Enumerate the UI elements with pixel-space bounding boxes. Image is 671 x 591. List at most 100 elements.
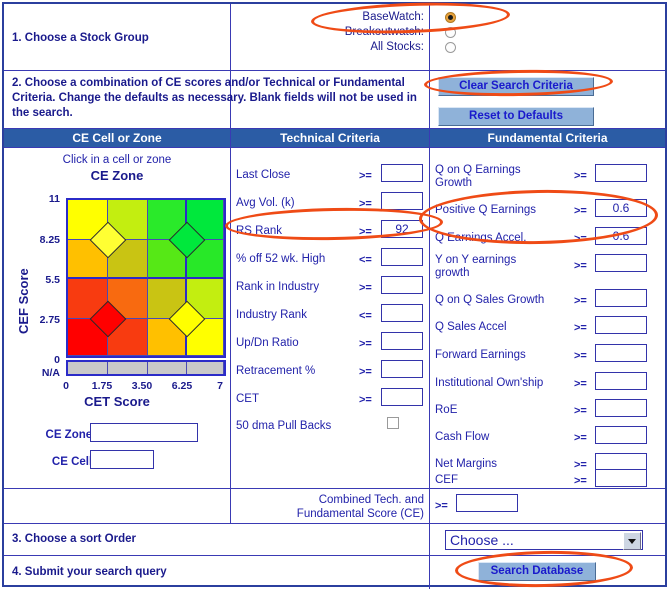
step-1-label: 1. Choose a Stock Group [12,32,149,44]
x-tick-3: 6.25 [171,380,193,392]
technical-label-8: CET [236,393,259,405]
technical-op-5: <= [359,310,372,322]
fundamental-label-8: RoE [435,404,458,416]
ce-grid-na-c0[interactable] [68,362,108,374]
fundamental-label-0: Q on Q Earnings Growth [435,164,521,189]
radio-all-stocks[interactable] [445,42,456,53]
fundamental-op-0: >= [574,170,587,182]
y-tick-1: 8.25 [39,234,60,246]
fundamental-input-9[interactable] [595,426,647,444]
50-dma-pull-backs-checkbox[interactable] [387,417,399,429]
combined-score-label-line1: Combined Tech. and [318,494,424,506]
technical-input-2[interactable] [381,220,423,238]
y-tick-4: 0 [54,354,60,366]
header-fundamental: Fundamental Criteria [430,129,665,147]
technical-op-8: >= [359,394,372,406]
fundamental-op-7: >= [574,378,587,390]
ce-zone-input[interactable] [90,423,198,442]
search-form-table: 1. Choose a Stock Group BaseWatch: Break… [2,2,667,589]
fundamental-input-6[interactable] [595,344,647,362]
fundamental-input-0[interactable] [595,164,647,182]
fundamental-op-9: >= [574,432,587,444]
ce-cell-field-label: CE Cell: [51,456,96,468]
combined-score-label-line2: Fundamental Score (CE) [296,508,424,520]
technical-op-6: >= [359,338,372,350]
divider [4,523,665,524]
technical-input-3[interactable] [381,248,423,266]
technical-label-0: Last Close [236,169,291,181]
technical-input-8[interactable] [381,388,423,406]
fundamental-label-11: CEF [435,474,458,486]
x-tick-1: 1.75 [91,380,113,392]
technical-op-7: >= [359,366,372,378]
reset-to-defaults-button[interactable]: Reset to Defaults [438,107,594,126]
fundamental-op-6: >= [574,350,587,362]
fundamental-label-9: Cash Flow [435,431,490,443]
fundamental-label-4: Q on Q Sales Growth [435,294,545,306]
combined-score-input[interactable] [456,494,518,512]
step-3-label: 3. Choose a sort Order [12,533,136,545]
x-tick-2: 3.50 [131,380,153,392]
technical-checkbox-label: 50 dma Pull Backs [236,420,332,432]
fundamental-label-5: Q Sales Accel [435,321,507,333]
ce-grid-na-c1[interactable] [108,362,148,374]
fundamental-label-3: Y on Y earnings growth [435,254,517,279]
ce-grid-na-c3[interactable] [187,362,224,374]
ce-zone-grid[interactable] [66,198,226,358]
technical-op-3: <= [359,254,372,266]
search-database-button[interactable]: Search Database [478,562,596,581]
divider [4,70,665,71]
step-4-label: 4. Submit your search query [12,566,167,578]
divider [4,555,665,556]
ce-panel-hint: Click in a cell or zone [62,154,172,166]
fundamental-op-1: >= [574,205,587,217]
fundamental-op-5: >= [574,322,587,334]
clear-search-criteria-button[interactable]: Clear Search Criteria [438,77,594,96]
x-tick-0: 0 [63,380,69,392]
technical-op-1: >= [359,198,372,210]
fundamental-label-10: Net Margins [435,458,497,470]
step-2-label: 2. Choose a combination of CE scores and… [12,77,417,119]
radio-breakoutwatch[interactable] [445,27,456,38]
fundamental-input-1[interactable] [595,199,647,217]
fundamental-label-6: Forward Earnings [435,349,526,361]
fundamental-input-5[interactable] [595,316,647,334]
fundamental-input-4[interactable] [595,289,647,307]
fundamental-input-3[interactable] [595,254,647,272]
divider [429,128,430,523]
ce-chart-title: CE Zone [90,168,144,183]
technical-input-1[interactable] [381,192,423,210]
fundamental-input-8[interactable] [595,399,647,417]
fundamental-op-8: >= [574,405,587,417]
fundamental-input-11[interactable] [595,469,647,487]
ce-grid-na-c2[interactable] [148,362,187,374]
technical-input-7[interactable] [381,360,423,378]
y-tick-na: N/A [41,367,60,379]
fundamental-op-3: >= [574,260,587,272]
technical-input-6[interactable] [381,332,423,350]
fundamental-op-4: >= [574,295,587,307]
fundamental-op-2: >= [574,233,587,245]
technical-label-1: Avg Vol. (k) [236,197,295,209]
fundamental-input-2[interactable] [595,227,647,245]
fundamental-input-7[interactable] [595,372,647,390]
technical-op-2: >= [359,226,372,238]
sort-order-select[interactable]: Choose ... [445,530,643,550]
chevron-down-icon[interactable] [623,532,641,550]
technical-label-3: % off 52 wk. High [236,253,326,265]
ce-zone-field-label: CE Zone: [45,429,96,441]
technical-input-4[interactable] [381,276,423,294]
ce-grid-na-strip[interactable] [66,360,226,376]
divider [4,488,665,489]
fundamental-op-10: >= [574,459,587,471]
technical-label-2: RS Rank [236,225,283,237]
technical-label-5: Industry Rank [236,309,307,321]
technical-input-0[interactable] [381,164,423,182]
radio-basewatch[interactable] [445,12,456,23]
ce-cell-input[interactable] [90,450,154,469]
radio-label-all-stocks: All Stocks: [370,41,424,53]
radio-label-breakoutwatch: Breakoutwatch: [344,26,424,38]
technical-input-5[interactable] [381,304,423,322]
x-axis-label: CET Score [84,394,150,409]
y-tick-0: 11 [48,193,60,205]
